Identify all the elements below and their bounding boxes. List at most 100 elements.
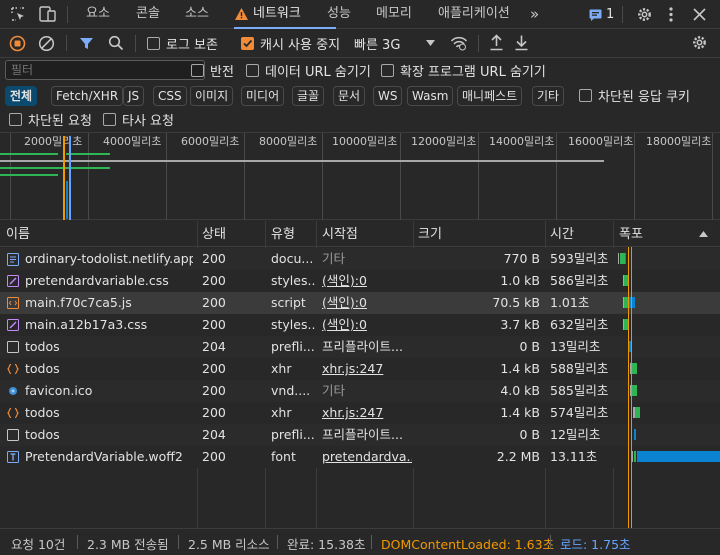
overview-tick: 16000밀리초 [568, 135, 634, 148]
table-row[interactable]: todos 204 prefli... 프리플라이트... 0 B 13밀리초 [0, 336, 720, 358]
import-har-upload-icon[interactable] [489, 34, 504, 51]
request-initiator[interactable]: (색인):0 [322, 292, 412, 314]
xhr-icon [6, 407, 20, 419]
throttling-select[interactable]: 빠른 3G [354, 33, 438, 53]
request-size: 0 B [519, 427, 540, 442]
request-type: docu... [271, 251, 314, 266]
table-row[interactable]: todos 200 xhr xhr.js:247 1.4 kB 588밀리초 [0, 358, 720, 380]
close-icon[interactable] [693, 8, 706, 21]
table-row[interactable]: todos 200 xhr xhr.js:247 1.4 kB 574밀리초 [0, 402, 720, 424]
blocked-requests-checkbox[interactable] [9, 113, 22, 126]
dcl-marker [63, 136, 65, 220]
clear-icon[interactable] [38, 35, 55, 52]
device-toolbar-icon[interactable] [39, 6, 56, 22]
blocked-response-cookies-checkbox[interactable] [579, 89, 592, 102]
type-filter-css[interactable]: CSS [153, 86, 187, 106]
request-name[interactable]: main.f70c7ca5.js [25, 292, 193, 314]
tab-memory[interactable]: 메모리 [376, 0, 412, 29]
hide-data-urls-checkbox[interactable] [246, 64, 259, 77]
column-header-type[interactable]: 유형 [271, 223, 295, 242]
request-type: script [271, 295, 306, 310]
request-name[interactable]: pretendardvariable.css [25, 270, 193, 292]
invert-checkbox[interactable] [191, 64, 204, 77]
type-filter-all[interactable]: 전체 [5, 86, 38, 106]
request-type: vnd.... [271, 383, 311, 398]
request-status: 200 [202, 361, 226, 376]
throttling-value: 빠른 3G [354, 38, 401, 53]
overview-bar [0, 153, 58, 155]
table-row[interactable]: PretendardVariable.woff2 200 font pretendar… [0, 446, 720, 468]
column-header-waterfall[interactable]: 폭포 [619, 223, 643, 242]
search-icon[interactable] [108, 35, 124, 51]
network-settings-gear-icon[interactable] [691, 34, 708, 51]
overview-gridline [322, 133, 323, 220]
type-filter-manifest[interactable]: 매니페스트 [457, 86, 523, 106]
table-row[interactable]: main.f70c7ca5.js 200 script (색인):0 70.5 kB 1.… [0, 292, 720, 314]
request-name[interactable]: main.a12b17a3.css [25, 314, 193, 336]
network-conditions-wifi-icon[interactable] [450, 35, 468, 51]
tab-console[interactable]: 콘솔 [136, 0, 160, 29]
column-header-time[interactable]: 시간 [550, 223, 574, 242]
request-initiator[interactable]: xhr.js:247 [322, 402, 412, 424]
sort-triangle-icon[interactable] [699, 231, 708, 237]
tab-network[interactable]: 네트워크 [253, 0, 301, 29]
request-status: 200 [202, 295, 226, 310]
request-size: 0 B [519, 339, 540, 354]
tab-application[interactable]: 애플리케이션 [438, 0, 510, 29]
request-time: 632밀리초 [550, 317, 608, 332]
summary-load: 로드: 1.75초 [560, 537, 631, 552]
waterfall-bar [632, 385, 637, 396]
hide-extension-urls-checkbox[interactable] [381, 64, 394, 77]
type-filter-image[interactable]: 이미지 [190, 86, 234, 106]
waterfall-bar [632, 363, 637, 374]
type-filter-media[interactable]: 미디어 [241, 86, 285, 106]
export-har-download-icon[interactable] [514, 34, 529, 51]
type-filter-wasm[interactable]: Wasm [407, 86, 454, 106]
waterfall-bar [634, 429, 636, 440]
type-filter-js[interactable]: JS [123, 86, 145, 106]
request-name[interactable]: ordinary-todolist.netlify.app [25, 248, 193, 270]
request-time: 1.01초 [550, 295, 590, 310]
summary-divider [371, 535, 372, 549]
inspect-element-icon[interactable] [10, 6, 26, 22]
settings-gear-icon[interactable] [636, 6, 653, 23]
overview-bar [66, 153, 110, 155]
table-row[interactable]: main.a12b17a3.css 200 styles... (색인):0 3.7 k… [0, 314, 720, 336]
filter-input[interactable] [5, 60, 205, 80]
disable-cache-checkbox[interactable] [241, 37, 254, 50]
type-filter-fetch-xhr[interactable]: Fetch/XHR [51, 86, 124, 106]
column-header-status[interactable]: 상태 [202, 223, 226, 242]
request-name[interactable]: favicon.ico [25, 380, 193, 402]
table-row[interactable]: todos 204 prefli... 프리플라이트... 0 B 12밀리초 [0, 424, 720, 446]
type-filter-ws[interactable]: WS [373, 86, 403, 106]
table-row[interactable]: favicon.ico 200 vnd.... 기타 4.0 kB 585밀리초 [0, 380, 720, 402]
type-filter-other[interactable]: 기타 [532, 86, 565, 106]
type-filter-font[interactable]: 글꼴 [292, 86, 325, 106]
overview-gridline [556, 133, 557, 220]
type-filter-doc[interactable]: 문서 [333, 86, 366, 106]
column-header-initiator[interactable]: 시작점 [322, 223, 358, 242]
third-party-requests-checkbox[interactable] [103, 113, 116, 126]
request-name[interactable]: todos [25, 402, 193, 424]
filter-funnel-icon[interactable] [79, 36, 94, 51]
record-stop-icon[interactable] [9, 35, 26, 52]
tab-elements[interactable]: 요소 [86, 0, 110, 29]
request-initiator[interactable]: (색인):0 [322, 314, 412, 336]
request-name[interactable]: todos [25, 358, 193, 380]
table-row[interactable]: pretendardvariable.css 200 styles... (색인):0… [0, 270, 720, 292]
tab-performance[interactable]: 성능 [327, 0, 351, 29]
preserve-log-checkbox[interactable] [147, 37, 160, 50]
tab-sources[interactable]: 소스 [185, 0, 209, 29]
request-name[interactable]: todos [25, 336, 193, 358]
request-status: 204 [202, 427, 226, 442]
more-tabs-button[interactable]: » [530, 0, 539, 29]
request-initiator[interactable]: pretendardva... [322, 446, 412, 468]
request-initiator[interactable]: (색인):0 [322, 270, 412, 292]
request-initiator[interactable]: xhr.js:247 [322, 358, 412, 380]
request-name[interactable]: todos [25, 424, 193, 446]
kebab-menu-icon[interactable] [668, 6, 674, 23]
table-row[interactable]: ordinary-todolist.netlify.app 200 docu... 기… [0, 248, 720, 270]
column-header-name[interactable]: 이름 [6, 223, 30, 242]
column-header-size[interactable]: 크기 [418, 223, 442, 242]
request-name[interactable]: PretendardVariable.woff2 [25, 446, 193, 468]
